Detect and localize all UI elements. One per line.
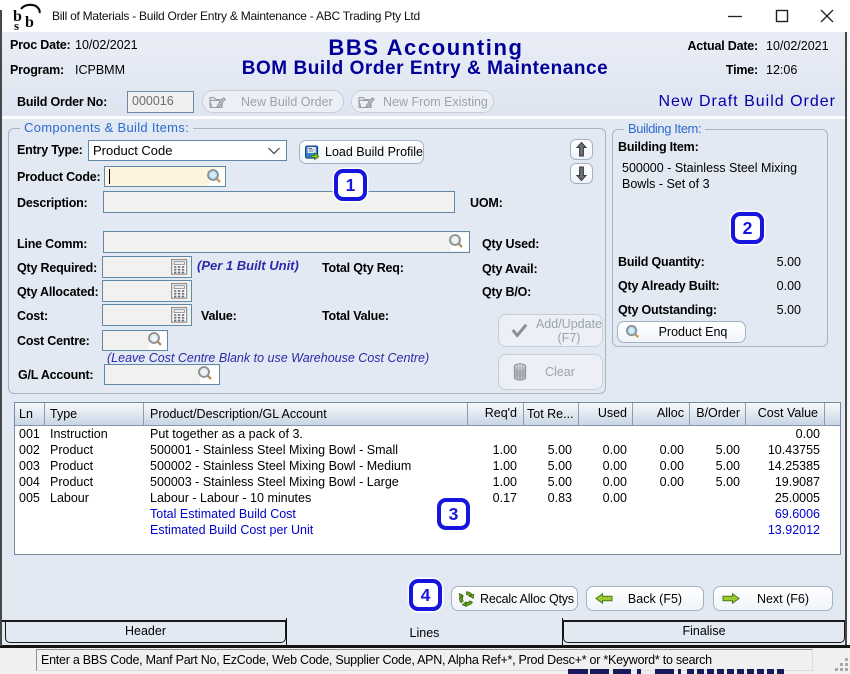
svg-text:b: b [25,14,34,31]
svg-text:s: s [14,18,19,31]
